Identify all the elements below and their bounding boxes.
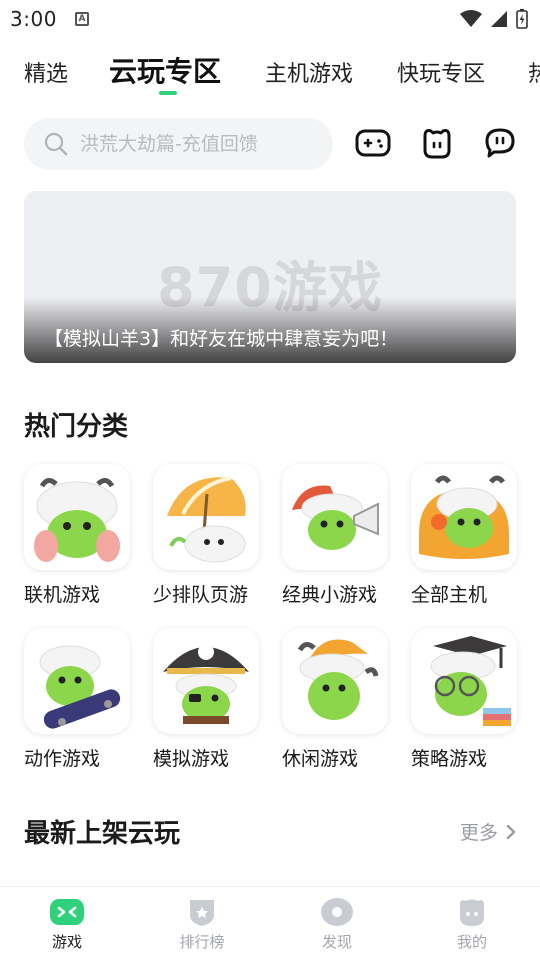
search-bar[interactable] bbox=[24, 118, 333, 170]
megaphone-mascot-icon bbox=[282, 464, 388, 570]
category-casual-games[interactable]: 休闲游戏 bbox=[282, 628, 388, 771]
tab-cloud-zone[interactable]: 云玩专区 bbox=[109, 52, 221, 92]
nav-rankings[interactable]: 排行榜 bbox=[157, 897, 247, 952]
category-less-queue[interactable]: 少排队页游 bbox=[153, 464, 259, 607]
tab-console-games[interactable]: 主机游戏 bbox=[265, 55, 353, 95]
games-nav-icon bbox=[50, 899, 84, 925]
search-icon bbox=[44, 132, 68, 156]
skateboard-mascot-icon bbox=[24, 628, 130, 734]
category-label: 策略游戏 bbox=[411, 748, 488, 770]
category-all-consoles[interactable]: 全部主机 bbox=[411, 464, 517, 607]
umbrella-mascot-icon bbox=[153, 464, 259, 570]
chevron-right-icon bbox=[506, 824, 516, 839]
nav-label: 游戏 bbox=[51, 933, 82, 951]
nav-label: 我的 bbox=[456, 933, 487, 951]
profile-icon bbox=[460, 899, 484, 926]
chat-bubble-icon[interactable] bbox=[482, 124, 518, 162]
notification-icon: A bbox=[74, 12, 89, 26]
category-label: 联机游戏 bbox=[24, 584, 101, 606]
tab-featured[interactable]: 精选 bbox=[24, 55, 68, 95]
search-input[interactable] bbox=[80, 133, 300, 155]
goat-mascot-icon bbox=[24, 464, 130, 570]
promo-banner[interactable]: 870游戏 【模拟山羊3】和好友在城中肆意妄为吧！ bbox=[24, 191, 516, 363]
more-link[interactable]: 更多 bbox=[460, 818, 516, 845]
category-label: 全部主机 bbox=[411, 584, 488, 606]
category-classic-mini[interactable]: 经典小游戏 bbox=[282, 464, 388, 607]
console-mascot-icon bbox=[411, 464, 517, 570]
signal-icon bbox=[491, 11, 507, 27]
category-online-games[interactable]: 联机游戏 bbox=[24, 464, 130, 607]
status-time: 3:00 bbox=[10, 7, 57, 31]
category-action-games[interactable]: 动作游戏 bbox=[24, 628, 130, 771]
category-label: 经典小游戏 bbox=[282, 584, 378, 606]
category-label: 动作游戏 bbox=[24, 748, 101, 770]
active-tab-indicator bbox=[159, 91, 177, 95]
nav-games[interactable]: 游戏 bbox=[22, 897, 112, 952]
nav-profile[interactable]: 我的 bbox=[427, 897, 517, 952]
gamepad-icon[interactable] bbox=[355, 124, 391, 162]
category-simulation-games[interactable]: 模拟游戏 bbox=[153, 628, 259, 771]
graduate-mascot-icon bbox=[411, 628, 517, 734]
cap-mascot-icon bbox=[282, 628, 388, 734]
discover-icon bbox=[321, 898, 353, 926]
status-bar: 3:00 A bbox=[0, 0, 540, 38]
category-label: 休闲游戏 bbox=[282, 748, 359, 770]
category-label: 模拟游戏 bbox=[153, 748, 230, 770]
rankings-shield-icon bbox=[190, 900, 214, 926]
category-tabs: 精选 云玩专区 主机游戏 快玩专区 热 bbox=[0, 52, 540, 100]
banner-caption: 【模拟山羊3】和好友在城中肆意妄为吧！ bbox=[44, 328, 399, 350]
pirate-mascot-icon bbox=[153, 628, 259, 734]
cat-face-icon[interactable] bbox=[419, 124, 455, 162]
wifi-icon bbox=[460, 10, 482, 27]
nav-discover[interactable]: 发现 bbox=[292, 897, 382, 952]
nav-label: 排行榜 bbox=[179, 933, 225, 951]
hot-categories-title: 热门分类 bbox=[24, 412, 129, 442]
nav-label: 发现 bbox=[321, 933, 352, 951]
bottom-nav: 游戏 排行榜 发现 我的 bbox=[0, 886, 540, 960]
more-label: 更多 bbox=[460, 822, 499, 844]
category-strategy-games[interactable]: 策略游戏 bbox=[411, 628, 517, 771]
status-indicators bbox=[460, 9, 528, 29]
tab-quick-play[interactable]: 快玩专区 bbox=[397, 55, 485, 95]
tab-hot[interactable]: 热 bbox=[528, 55, 540, 95]
battery-icon bbox=[516, 9, 528, 29]
category-label: 少排队页游 bbox=[153, 584, 249, 606]
new-cloud-title: 最新上架云玩 bbox=[24, 819, 181, 849]
